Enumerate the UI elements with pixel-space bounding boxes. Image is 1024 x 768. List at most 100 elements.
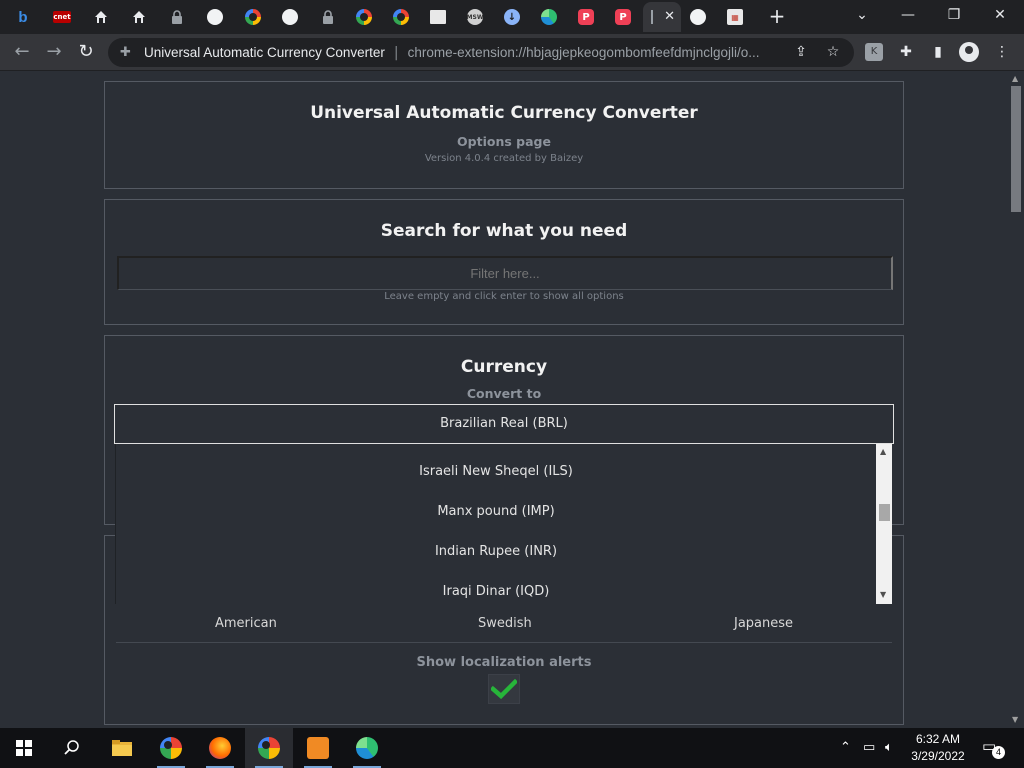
- lock-icon: [320, 9, 336, 25]
- minimize-button[interactable]: —: [888, 5, 928, 27]
- chrome-icon: [160, 737, 182, 759]
- browser-toolbar: ← → ↻ ✚ Universal Automatic Currency Con…: [0, 34, 1024, 71]
- filter-input[interactable]: [117, 256, 893, 290]
- google-icon: [356, 9, 372, 25]
- notification-count-badge: 4: [992, 746, 1005, 759]
- search-button[interactable]: [48, 728, 96, 768]
- dropdown-scroll-down-icon[interactable]: ▼: [880, 590, 886, 599]
- dropdown-scroll-up-icon[interactable]: ▲: [880, 447, 886, 456]
- scroll-down-arrow-icon[interactable]: ▼: [1012, 715, 1018, 724]
- taskbar-clock[interactable]: 6:32 AM 3/29/2022: [904, 731, 972, 765]
- tab-thumbnail[interactable]: [421, 2, 455, 32]
- back-button[interactable]: ←: [10, 40, 34, 64]
- taskbar-chrome[interactable]: [147, 728, 195, 768]
- side-panel-icon[interactable]: ▮: [929, 43, 947, 61]
- format-divider: [116, 642, 892, 643]
- tab-edge[interactable]: [532, 2, 566, 32]
- omnibox-url[interactable]: chrome-extension://hbjagjepkeogombomfeef…: [408, 45, 788, 60]
- filter-hint: Leave empty and click enter to show all …: [384, 291, 624, 302]
- start-button[interactable]: [0, 728, 48, 768]
- globe-icon: [282, 9, 298, 25]
- tab-google-1[interactable]: [236, 2, 270, 32]
- pocket-app-icon: [307, 737, 329, 759]
- restore-button[interactable]: ❐: [934, 5, 974, 27]
- thumbnail-icon: [430, 10, 446, 24]
- page-subtitle: Options page: [457, 134, 551, 149]
- page-scroll-thumb[interactable]: [1011, 86, 1021, 212]
- search-card: Search for what you need Leave empty and…: [104, 199, 904, 325]
- address-bar[interactable]: ✚ Universal Automatic Currency Converter…: [108, 38, 854, 67]
- tab-globe-3[interactable]: [681, 2, 715, 32]
- msw-icon: MSW: [467, 9, 483, 25]
- tab-pocket-1[interactable]: P: [569, 2, 603, 32]
- scroll-up-arrow-icon[interactable]: ▲: [1012, 74, 1018, 83]
- page-scrollbar[interactable]: ▲ ▼: [1008, 72, 1024, 728]
- localization-alerts-label: Show localization alerts: [416, 655, 592, 670]
- dropdown-option[interactable]: Manx pound (IMP): [116, 492, 876, 532]
- header-card: Universal Automatic Currency Converter O…: [104, 81, 904, 189]
- notification-center-button[interactable]: ▭ 4: [982, 737, 1005, 759]
- dropdown-option[interactable]: Israeli New Sheqel (ILS): [116, 452, 876, 492]
- reload-button[interactable]: ↻: [74, 40, 98, 64]
- localization-alerts-checkbox[interactable]: [488, 674, 520, 704]
- puzzle-icon: ✚: [120, 44, 131, 60]
- menu-kebab-icon[interactable]: ⋮: [993, 43, 1011, 61]
- currency-title: Currency: [460, 357, 548, 377]
- tab-cnet[interactable]: cnet: [45, 2, 79, 32]
- extension-k-icon[interactable]: K: [865, 43, 883, 61]
- windows-logo-icon: [16, 740, 32, 756]
- tab-strip: b cnet MSW ↓ P P ✕ ▦ + ⌄ — ❐ ✕: [0, 0, 1024, 34]
- bing-icon: b: [18, 8, 28, 26]
- convert-to-select[interactable]: Brazilian Real (BRL): [114, 404, 894, 444]
- taskbar-pocket-app[interactable]: [294, 728, 342, 768]
- pocket-icon: P: [578, 9, 594, 25]
- tab-download[interactable]: ↓: [495, 2, 529, 32]
- dropdown-option[interactable]: Indian Rupee (INR): [116, 532, 876, 572]
- dropdown-scrollbar[interactable]: ▲ ▼: [876, 444, 892, 604]
- tab-globe-2[interactable]: [273, 2, 307, 32]
- profile-avatar-icon[interactable]: [959, 42, 979, 62]
- network-icon[interactable]: ▭: [863, 740, 875, 755]
- page-title: Universal Automatic Currency Converter: [310, 103, 698, 123]
- tab-msw[interactable]: MSW: [458, 2, 492, 32]
- format-option-american[interactable]: American: [215, 616, 277, 631]
- format-option-japanese[interactable]: Japanese: [734, 616, 793, 631]
- clock-time: 6:32 AM: [915, 732, 961, 746]
- tab-house-2[interactable]: [122, 2, 156, 32]
- taskbar-chrome-profile[interactable]: [245, 728, 293, 768]
- tab-calendar[interactable]: ▦: [718, 2, 752, 32]
- house-icon: [93, 9, 109, 25]
- tab-house-1[interactable]: [84, 2, 118, 32]
- tab-pocket-2[interactable]: P: [606, 2, 640, 32]
- tab-google-2[interactable]: [347, 2, 381, 32]
- edge-icon: [356, 737, 378, 759]
- edge-icon: [541, 9, 557, 25]
- currency-dropdown-list[interactable]: Israeli New Sheqel (ILS) Manx pound (IMP…: [115, 444, 892, 604]
- format-option-swedish[interactable]: Swedish: [478, 616, 532, 631]
- tab-search-chevron-icon[interactable]: ⌄: [842, 5, 882, 27]
- tray-chevron-up-icon[interactable]: ⌃: [840, 740, 851, 755]
- tab-lock-1[interactable]: [160, 2, 194, 32]
- tab-google-3[interactable]: [384, 2, 418, 32]
- bookmark-star-icon[interactable]: ☆: [824, 43, 842, 61]
- tab-active-extension[interactable]: ✕: [643, 2, 681, 32]
- close-tab-icon[interactable]: ✕: [664, 9, 675, 24]
- taskbar-firefox[interactable]: [196, 728, 244, 768]
- extensions-puzzle-icon[interactable]: ✚: [897, 43, 915, 61]
- tab-globe-1[interactable]: [198, 2, 232, 32]
- taskbar-edge[interactable]: [343, 728, 391, 768]
- new-tab-button[interactable]: +: [766, 6, 788, 28]
- windows-taskbar: ⌃ ▭ 🔈︎ 6:32 AM 3/29/2022 ▭ 4: [0, 728, 1024, 768]
- volume-icon[interactable]: 🔈︎: [885, 740, 893, 755]
- tab-bing[interactable]: b: [6, 2, 40, 32]
- dropdown-option[interactable]: Iraqi Dinar (IQD): [116, 572, 876, 604]
- dropdown-scroll-thumb[interactable]: [879, 504, 890, 521]
- share-icon[interactable]: ⇪: [792, 43, 810, 61]
- download-icon: ↓: [504, 9, 520, 25]
- firefox-icon: [209, 737, 231, 759]
- forward-button[interactable]: →: [42, 40, 66, 64]
- google-icon: [245, 9, 261, 25]
- tab-lock-2[interactable]: [311, 2, 345, 32]
- close-window-button[interactable]: ✕: [980, 5, 1020, 27]
- taskbar-file-explorer[interactable]: [98, 728, 146, 768]
